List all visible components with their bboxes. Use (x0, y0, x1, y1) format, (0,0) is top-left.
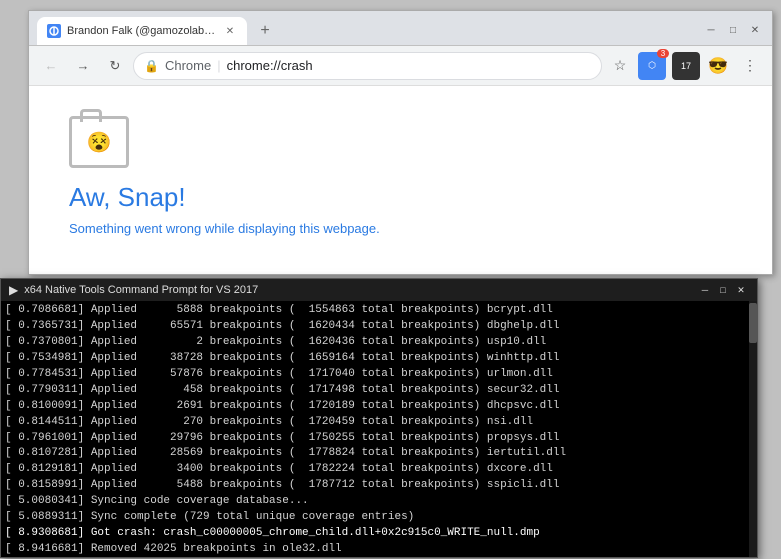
forward-button[interactable]: → (69, 52, 97, 80)
cmd-minimize-button[interactable]: ─ (697, 283, 713, 297)
chrome-crash-content: 😵 Aw, Snap! Something went wrong while d… (29, 86, 772, 274)
tab-favicon (47, 24, 61, 38)
crash-subtitle: Something went wrong while displaying th… (69, 221, 732, 236)
chrome-window-controls: ─ □ ✕ (702, 21, 764, 45)
chrome-tab-active[interactable]: Brandon Falk (@gamozolabs) | T... ✕ (37, 17, 247, 45)
chrome-titlebar: Brandon Falk (@gamozolabs) | T... ✕ + ─ … (29, 11, 772, 46)
cmd-line: [ 0.7790311] Applied 458 breakpoints ( 1… (5, 383, 753, 399)
crash-icon: 😵 (69, 116, 129, 168)
crash-face-icon: 😵 (87, 130, 112, 155)
cmd-line: [ 0.7365731] Applied 65571 breakpoints (… (5, 319, 753, 335)
cmd-line: [ 0.8129181] Applied 3400 breakpoints ( … (5, 462, 753, 478)
bookmark-star-button[interactable]: ☆ (606, 52, 634, 80)
new-tab-button[interactable]: + (251, 17, 279, 45)
back-button[interactable]: ← (37, 52, 65, 80)
extension-badge-1: 3 (657, 49, 669, 58)
cmd-line: [ 0.7961001] Applied 29796 breakpoints (… (5, 431, 753, 447)
tab-label: Brandon Falk (@gamozolabs) | T... (67, 25, 217, 37)
cmd-line: [ 8.9416681] Removed 42025 breakpoints i… (5, 542, 753, 557)
extension-button-1[interactable]: ⬡ 3 (638, 52, 666, 80)
cmd-title-text: x64 Native Tools Command Prompt for VS 2… (24, 284, 691, 296)
cmd-line: [ 0.7784531] Applied 57876 breakpoints (… (5, 367, 753, 383)
cmd-icon: ▶ (9, 283, 18, 297)
cmd-output: [ 0.7086681] Applied 5888 breakpoints ( … (1, 301, 757, 557)
omnibox-chrome-label: Chrome (165, 58, 211, 73)
tab-close-button[interactable]: ✕ (223, 24, 237, 38)
cmd-line: [ 5.0080341] Syncing code coverage datab… (5, 494, 753, 510)
chrome-window: Brandon Falk (@gamozolabs) | T... ✕ + ─ … (28, 10, 773, 275)
cmd-scrollbar-thumb[interactable] (749, 303, 757, 343)
cmd-line: [ 8.9308681] Got crash: crash_c00000005_… (5, 526, 753, 542)
cmd-scrollbar[interactable] (749, 301, 757, 557)
cmd-line: [ 0.7370801] Applied 2 breakpoints ( 162… (5, 335, 753, 351)
secure-icon: 🔒 (144, 59, 159, 73)
cmd-maximize-button[interactable]: □ (715, 283, 731, 297)
cmd-line: [ 0.8107281] Applied 28569 breakpoints (… (5, 446, 753, 462)
profile-avatar[interactable]: 😎 (704, 52, 732, 80)
cmd-line: [ 5.0889311] Sync complete (729 total un… (5, 510, 753, 526)
omnibox[interactable]: 🔒 Chrome | chrome://crash (133, 52, 602, 80)
cmd-close-button[interactable]: ✕ (733, 283, 749, 297)
cmd-line: [ 0.7534981] Applied 38728 breakpoints (… (5, 351, 753, 367)
chrome-maximize-button[interactable]: □ (724, 21, 742, 39)
cmd-line: [ 0.7086681] Applied 5888 breakpoints ( … (5, 303, 753, 319)
chrome-menu-button[interactable]: ⋮ (736, 52, 764, 80)
omnibox-url: chrome://crash (227, 58, 313, 73)
crash-title: Aw, Snap! (69, 182, 732, 213)
omnibox-separator: | (217, 58, 220, 73)
refresh-button[interactable]: ↻ (101, 52, 129, 80)
cmd-line: [ 0.8100091] Applied 2691 breakpoints ( … (5, 399, 753, 415)
cmd-titlebar: ▶ x64 Native Tools Command Prompt for VS… (1, 279, 757, 301)
chrome-toolbar: ← → ↻ 🔒 Chrome | chrome://crash ☆ ⬡ 3 17… (29, 46, 772, 86)
cmd-window: ▶ x64 Native Tools Command Prompt for VS… (0, 278, 758, 558)
cmd-line: [ 0.8158991] Applied 5488 breakpoints ( … (5, 478, 753, 494)
cmd-window-controls: ─ □ ✕ (697, 283, 749, 297)
cmd-line: [ 0.8144511] Applied 270 breakpoints ( 1… (5, 415, 753, 431)
chrome-minimize-button[interactable]: ─ (702, 21, 720, 39)
chrome-close-button[interactable]: ✕ (746, 21, 764, 39)
extension-button-2[interactable]: 17 (672, 52, 700, 80)
